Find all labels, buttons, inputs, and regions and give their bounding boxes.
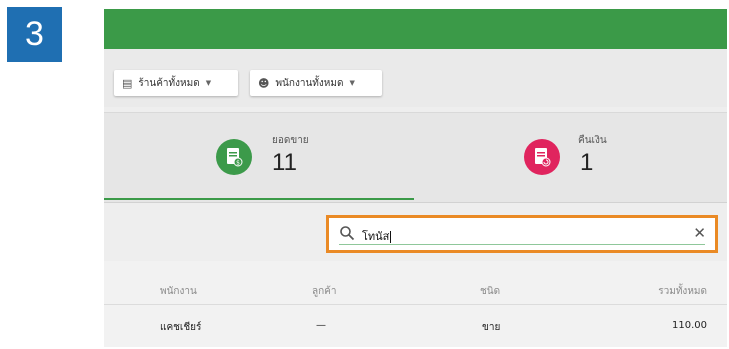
column-header-type[interactable]: ชนิด	[480, 284, 500, 299]
search-input-value: โทนัส	[362, 230, 390, 243]
step-number-badge: 3	[7, 7, 62, 62]
store-filter-dropdown[interactable]: ▤ ร้านค้าทั้งหมด ▼	[114, 70, 238, 96]
search-input[interactable]: โทนัส	[362, 227, 392, 245]
search-underline	[339, 244, 705, 245]
text-cursor	[390, 231, 392, 243]
cell-customer: —	[316, 320, 326, 331]
search-icon	[340, 226, 355, 241]
svg-text:$: $	[236, 160, 240, 167]
close-icon[interactable]: ✕	[693, 225, 706, 241]
cell-employee: แคชเชียร์	[160, 322, 202, 333]
refunds-label: คืนเงิน	[578, 135, 607, 146]
employee-filter-dropdown[interactable]: ☻ พนักงานทั้งหมด ▼	[250, 70, 382, 96]
app-window: ▤ ร้านค้าทั้งหมด ▼ ☻ พนักงานทั้งหมด ▼ $ …	[104, 9, 727, 347]
employee-filter-label: พนักงานทั้งหมด	[275, 77, 344, 89]
top-app-bar	[104, 9, 727, 49]
refunds-count: 1	[580, 149, 594, 176]
column-header-total[interactable]: รวมทั้งหมด	[658, 284, 707, 299]
active-tab-indicator	[104, 198, 414, 200]
receipt-refund-icon	[524, 139, 560, 175]
chevron-down-icon: ▼	[349, 79, 355, 87]
store-icon: ▤	[122, 76, 133, 90]
sales-label: ยอดขาย	[272, 135, 309, 146]
cell-total: 110.00	[672, 320, 707, 331]
receipt-dollar-icon: $	[216, 139, 252, 175]
column-header-employee[interactable]: พนักงาน	[160, 284, 197, 299]
chevron-down-icon: ▼	[205, 79, 212, 87]
sales-count: 11	[272, 149, 297, 176]
search-highlight-box: โทนัส ✕	[326, 215, 718, 253]
cell-type: ขาย	[482, 322, 501, 333]
person-icon: ☻	[258, 76, 270, 90]
filter-toolbar: ▤ ร้านค้าทั้งหมด ▼ ☻ พนักงานทั้งหมด ▼	[104, 49, 727, 107]
search-field[interactable]: โทนัส ✕	[329, 218, 715, 250]
store-filter-label: ร้านค้าทั้งหมด	[138, 77, 200, 89]
column-header-customer[interactable]: ลูกค้า	[312, 284, 337, 299]
stats-panel: $ ยอดขาย 11 คืนเงิน 1	[104, 112, 727, 203]
table-divider	[104, 304, 727, 305]
